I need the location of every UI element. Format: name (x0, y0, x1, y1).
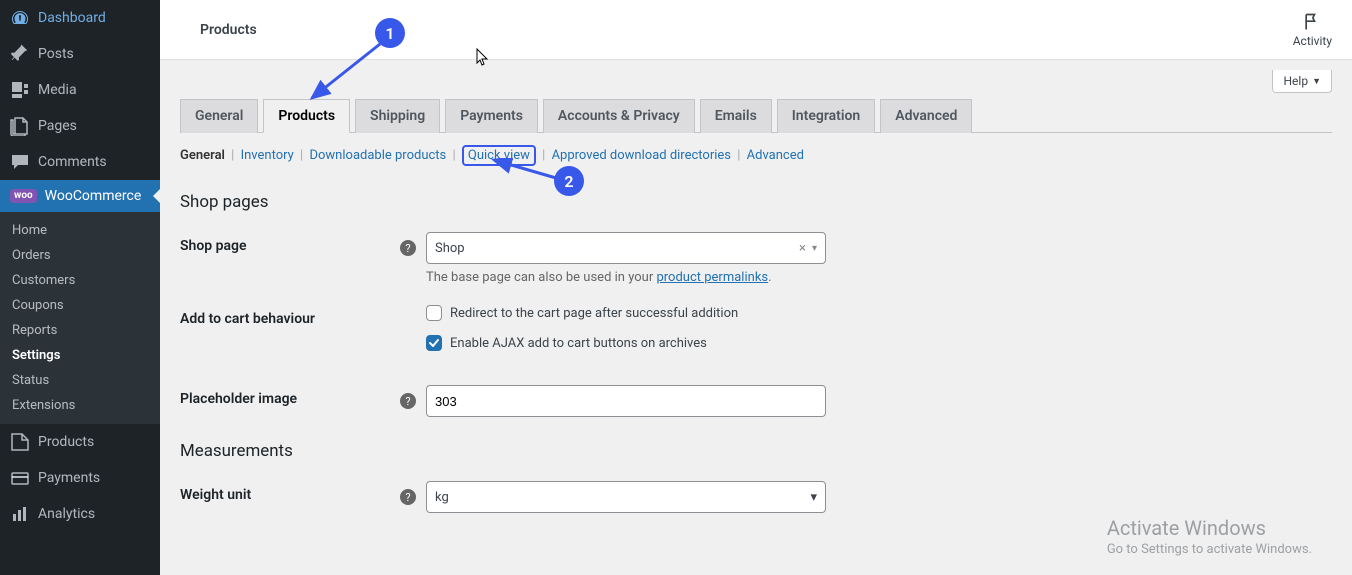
label-weight-unit: Weight unit (180, 481, 400, 503)
sidebar-item-posts[interactable]: Posts (0, 36, 160, 72)
submenu-orders[interactable]: Orders (0, 243, 160, 268)
sublink-advanced[interactable]: Advanced (747, 148, 804, 163)
analytics-icon (10, 504, 30, 524)
annotation-badge-1: 1 (375, 18, 405, 48)
chevron-down-icon: ▼ (1312, 76, 1321, 87)
sidebar-item-pages[interactable]: Pages (0, 108, 160, 144)
sidebar-item-comments[interactable]: Comments (0, 144, 160, 180)
submenu-settings[interactable]: Settings (0, 343, 160, 368)
sublink-general[interactable]: General (180, 148, 225, 163)
label-add-to-cart: Add to cart behaviour (180, 305, 400, 327)
product-permalinks-link[interactable]: product permalinks (656, 270, 768, 285)
submenu-status[interactable]: Status (0, 368, 160, 393)
tab-emails[interactable]: Emails (700, 99, 772, 133)
sidebar-item-products[interactable]: Products (0, 424, 160, 460)
weight-unit-value: kg (435, 490, 449, 505)
sidebar-label: Products (38, 434, 94, 450)
shop-page-select[interactable]: Shop × ▾ (426, 232, 826, 264)
label-placeholder-image: Placeholder image (180, 385, 400, 407)
top-bar: Products Activity (160, 0, 1352, 60)
sidebar-item-media[interactable]: Media (0, 72, 160, 108)
help-icon[interactable]: ? (400, 240, 416, 256)
media-icon (10, 80, 30, 100)
section-measurements: Measurements (180, 441, 1332, 461)
weight-unit-select[interactable]: kg ▾ (426, 481, 826, 513)
cursor-icon (476, 48, 490, 68)
tab-shipping[interactable]: Shipping (355, 99, 440, 133)
clear-icon[interactable]: × (799, 241, 806, 256)
sublink-quick-view[interactable]: Quick view (468, 148, 530, 163)
chevron-down-icon: ▾ (810, 490, 817, 505)
chevron-down-icon: ▾ (812, 243, 817, 254)
redirect-checkbox[interactable] (426, 305, 442, 321)
shop-page-hint: The base page can also be used in your p… (426, 270, 826, 285)
sidebar-label: Comments (38, 154, 107, 170)
redirect-label: Redirect to the cart page after successf… (450, 306, 738, 321)
section-shop-pages: Shop pages (180, 192, 1332, 212)
sidebar-item-dashboard[interactable]: Dashboard (0, 0, 160, 36)
tab-general[interactable]: General (180, 99, 258, 133)
sidebar-item-payments[interactable]: Payments (0, 460, 160, 496)
sidebar-label: Payments (38, 470, 100, 486)
tab-advanced[interactable]: Advanced (880, 99, 972, 133)
help-label: Help (1283, 74, 1308, 88)
main-content: Products Activity Help ▼ General Product… (160, 0, 1352, 575)
tab-products[interactable]: Products (263, 99, 350, 133)
pin-icon (10, 44, 30, 64)
tab-payments[interactable]: Payments (445, 99, 538, 133)
submenu-extensions[interactable]: Extensions (0, 393, 160, 418)
payments-icon (10, 468, 30, 488)
tab-integration[interactable]: Integration (777, 99, 875, 133)
submenu-coupons[interactable]: Coupons (0, 293, 160, 318)
admin-sidebar: Dashboard Posts Media Pages Comments (0, 0, 160, 575)
shop-page-value: Shop (435, 241, 465, 256)
submenu-home[interactable]: Home (0, 218, 160, 243)
dashboard-icon (10, 8, 30, 28)
sidebar-label: Posts (38, 46, 74, 62)
tab-accounts-privacy[interactable]: Accounts & Privacy (543, 99, 695, 133)
settings-tabs: General Products Shipping Payments Accou… (180, 99, 1332, 133)
pages-icon (10, 116, 30, 136)
products-icon (10, 432, 30, 452)
comments-icon (10, 152, 30, 172)
sidebar-item-woocommerce[interactable]: woo WooCommerce (0, 180, 160, 212)
settings-sublinks: General | Inventory | Downloadable produ… (180, 133, 1332, 178)
help-icon[interactable]: ? (400, 489, 416, 505)
page-title: Products (180, 22, 257, 38)
submenu-customers[interactable]: Customers (0, 268, 160, 293)
sublink-downloadable[interactable]: Downloadable products (309, 148, 446, 163)
activate-windows-watermark: Activate Windows Go to Settings to activ… (1107, 516, 1312, 557)
sidebar-label: Dashboard (38, 10, 106, 26)
activity-button[interactable]: Activity (1293, 12, 1332, 48)
ajax-checkbox[interactable] (426, 335, 442, 351)
ajax-label: Enable AJAX add to cart buttons on archi… (450, 336, 707, 351)
sublink-inventory[interactable]: Inventory (241, 148, 294, 163)
sidebar-label: Media (38, 82, 77, 98)
flag-icon (1302, 12, 1322, 32)
label-shop-page: Shop page (180, 232, 400, 254)
sidebar-item-analytics[interactable]: Analytics (0, 496, 160, 532)
help-toggle[interactable]: Help ▼ (1272, 70, 1332, 93)
activity-label: Activity (1293, 34, 1332, 48)
woocommerce-submenu: Home Orders Customers Coupons Reports Se… (0, 212, 160, 424)
sidebar-label: Pages (38, 118, 77, 134)
help-icon[interactable]: ? (400, 393, 416, 409)
placeholder-image-input[interactable] (426, 385, 826, 417)
annotation-badge-2: 2 (554, 166, 584, 196)
sidebar-label: Analytics (38, 506, 95, 522)
woocommerce-icon: woo (10, 189, 37, 203)
submenu-reports[interactable]: Reports (0, 318, 160, 343)
sublink-approved-directories[interactable]: Approved download directories (552, 148, 731, 163)
sidebar-label: WooCommerce (45, 188, 142, 204)
